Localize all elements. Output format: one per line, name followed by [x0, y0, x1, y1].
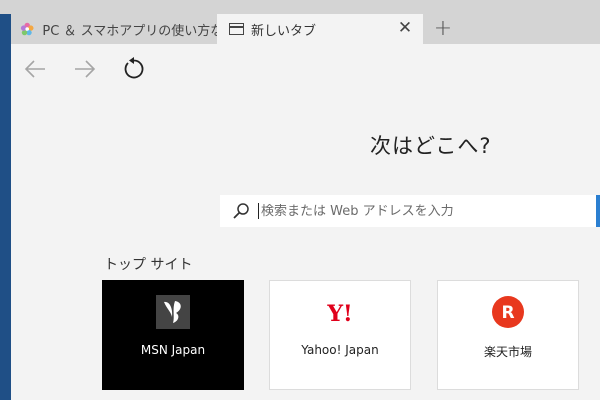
tile-label: Yahoo! Japan: [301, 343, 379, 357]
rakuten-logo-text: R: [501, 303, 514, 323]
refresh-icon[interactable]: [121, 56, 147, 82]
window-frame: [0, 14, 11, 400]
tab-pc-smartphone[interactable]: PC ＆ スマホアプリの使い方なら: [11, 14, 217, 44]
close-icon[interactable]: ✕: [397, 20, 413, 37]
new-tab-button[interactable]: +: [428, 14, 458, 44]
arrow-left-icon[interactable]: [23, 56, 49, 82]
search-icon: [233, 203, 249, 219]
text-caret: [258, 203, 259, 219]
search-box[interactable]: [220, 195, 596, 227]
yahoo-logo-text: Y!: [326, 301, 352, 327]
tab-new-tab[interactable]: 新しいタブ ✕: [217, 14, 423, 44]
yahoo-logo-icon: Y!: [326, 301, 352, 327]
msn-butterfly-icon: [156, 295, 190, 329]
arrow-right-icon[interactable]: [71, 56, 97, 82]
rakuten-logo-icon: R: [492, 296, 524, 328]
tab-label: PC ＆ スマホアプリの使い方なら: [42, 23, 217, 39]
top-site-yahoo-japan[interactable]: Y! Yahoo! Japan: [269, 280, 411, 390]
tab-strip: PC ＆ スマホアプリの使い方なら 新しいタブ ✕ +: [0, 0, 600, 44]
search-accent-bar: [596, 195, 600, 227]
page-icon: [229, 23, 244, 35]
tile-label: MSN Japan: [140, 343, 206, 357]
page-heading: 次はどこへ?: [370, 134, 492, 158]
top-site-rakuten[interactable]: R 楽天市場: [437, 280, 579, 390]
flower-favicon-icon: [20, 22, 34, 36]
search-input[interactable]: [261, 203, 561, 219]
tile-label: 楽天市場: [483, 345, 532, 359]
tab-label: 新しいタブ: [251, 23, 317, 39]
top-site-msn-japan[interactable]: MSN Japan: [102, 280, 244, 390]
top-sites-title: トップ サイト: [104, 257, 193, 273]
